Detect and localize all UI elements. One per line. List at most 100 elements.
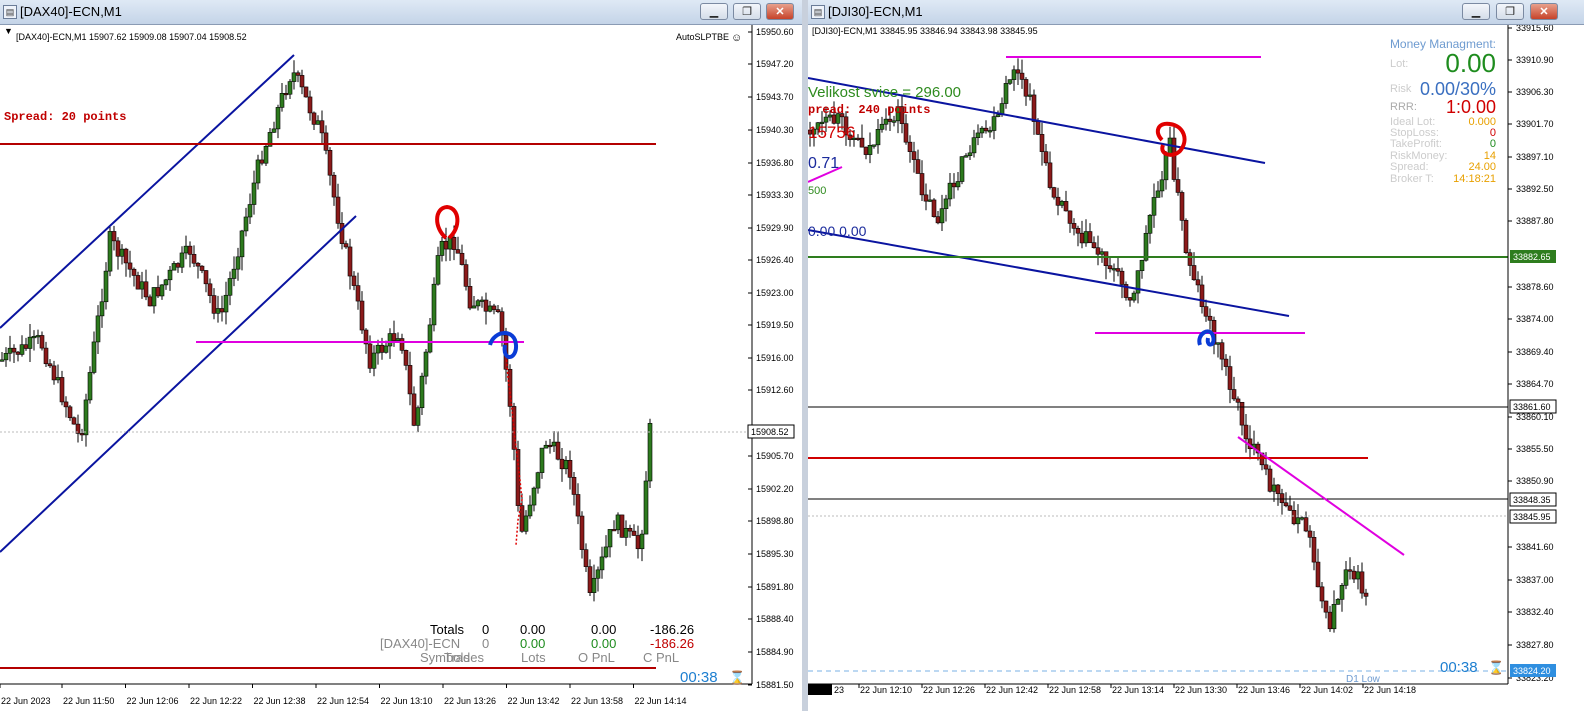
- close-button[interactable]: ✕: [1530, 3, 1558, 20]
- price-tick-label: 33837.00: [1516, 575, 1554, 585]
- ratio-value-label: 0.71: [808, 155, 839, 172]
- mm-lot-value: 0.00: [1445, 48, 1496, 78]
- ea-label: AutoSLPTBE: [676, 32, 729, 42]
- mm-rrr-label: RRR:: [1390, 101, 1417, 113]
- green-level-label: 33882.65: [1513, 252, 1551, 262]
- time-tick-label: 22 Jun 13:46: [1238, 685, 1290, 695]
- price-tick-label: 33906.30: [1516, 87, 1554, 97]
- lots-header: Lots: [521, 650, 546, 665]
- minimize-button[interactable]: ▁: [1462, 3, 1490, 20]
- channel-lower-line[interactable]: [808, 229, 1290, 317]
- price-tick-label: 15926.40: [756, 255, 794, 265]
- time-tick-label: 22 Jun 12:42: [986, 685, 1038, 695]
- price-tick-label: 15888.40: [756, 614, 794, 624]
- dji-info-line: [DJI30]-ECN,M1 33845.95 33846.94 33843.9…: [812, 26, 1038, 36]
- price-tick-label: 33878.60: [1516, 282, 1554, 292]
- totals-trades: 0: [482, 622, 489, 637]
- time-tick-label: 22 Jun 13:30: [1175, 685, 1227, 695]
- symbol-trades: 0: [482, 636, 489, 651]
- time-tick-label: 22 Jun 14:18: [1364, 685, 1416, 695]
- current-price-label: 33845.95: [1513, 512, 1551, 522]
- price-tick-label: 33901.70: [1516, 119, 1554, 129]
- price-tick-label: 15881.50: [756, 680, 794, 690]
- candle-size-label: Velikost svice = 296.00: [808, 84, 961, 101]
- price-tick-label: 15916.00: [756, 353, 794, 363]
- time-tick-label: 22 Jun 13:14: [1112, 685, 1164, 695]
- price-tick-label: 33864.70: [1516, 379, 1554, 389]
- price-tick-label: 33892.50: [1516, 184, 1554, 194]
- totals-opnl: 0.00: [591, 622, 616, 637]
- minimize-button[interactable]: ▁: [700, 3, 728, 20]
- price-tick-label: 33850.90: [1516, 476, 1554, 486]
- close-button[interactable]: ✕: [766, 3, 794, 20]
- price-tick-label: 33874.00: [1516, 314, 1554, 324]
- restore-button[interactable]: ❐: [733, 3, 761, 20]
- restore-button[interactable]: ❐: [1496, 3, 1524, 20]
- dax-chart-area[interactable]: ▼ [DAX40]-ECN,M1 15907.62 15909.08 15907…: [0, 25, 802, 711]
- time-tick-label: 22 Jun 2023: [1, 696, 51, 706]
- dax-time-axis[interactable]: 22 Jun 2023 22 Jun 11:50 22 Jun 12:06 22 Ju…: [0, 684, 687, 706]
- price-tick-label: 33827.80: [1516, 640, 1554, 650]
- totals-cpnl: -186.26: [650, 622, 694, 637]
- red-circle-annotation: [435, 204, 460, 240]
- symbol-opnl: 0.00: [591, 636, 616, 651]
- opnl-header: O PnL: [578, 650, 615, 665]
- mm-broker-label: Broker T:: [1390, 173, 1434, 185]
- price-tick-label: 15912.60: [756, 385, 794, 395]
- magenta-trend-line[interactable]: [1237, 436, 1405, 556]
- price-tick-label: 15947.20: [756, 59, 794, 69]
- price-tick-label: 33910.90: [1516, 55, 1554, 65]
- chart-menu-icon[interactable]: ▼: [4, 26, 13, 36]
- price-tick-label: 33869.40: [1516, 347, 1554, 357]
- price-tick-label: 15923.00: [756, 288, 794, 298]
- time-tick-label: 22 Jun 13:58: [571, 696, 623, 706]
- price-tick-label: 15929.90: [756, 223, 794, 233]
- price-tick-label: 15898.80: [756, 516, 794, 526]
- dax-info-line: [DAX40]-ECN,M1 15907.62 15909.08 15907.0…: [16, 32, 247, 42]
- time-tick-label: 22 Jun 13:26: [444, 696, 496, 706]
- totals-lots: 0.00: [520, 622, 545, 637]
- dax-candles: [0, 60, 653, 602]
- hourglass-icon: ⌛: [1488, 660, 1504, 675]
- trades-header: Trades: [444, 650, 484, 665]
- money-management-panel: Money Managment: Lot: 0.00 Risk 0.00/30%…: [1390, 37, 1496, 185]
- price-tick-label: 15884.90: [756, 647, 794, 657]
- value-500-label: 500: [808, 185, 826, 197]
- spread-label: Spread: 20 points: [4, 110, 126, 124]
- mm-spread-label: Spread:: [1390, 161, 1429, 173]
- dji-chart-window[interactable]: ▤ [DJI30]-ECN,M1 ▁ ❐ ✕ [DJI30]-ECN,M1 33…: [808, 0, 1584, 711]
- candle-timer: 00:38: [680, 669, 718, 686]
- price-tick-label: 33915.60: [1516, 25, 1554, 33]
- time-tick-label: 22 Jun 13:42: [508, 696, 560, 706]
- price-tick-label: 15905.70: [756, 451, 794, 461]
- price-tick-label: 33887.80: [1516, 216, 1554, 226]
- hourglass-icon: ⌛: [729, 670, 745, 685]
- price-tick-label: 15891.80: [756, 582, 794, 592]
- dji-candles: [808, 58, 1369, 633]
- black-level-label-2: 33848.35: [1513, 495, 1551, 505]
- symbol-lots: 0.00: [520, 636, 545, 651]
- price-tick-label: 15936.80: [756, 158, 794, 168]
- mm-rrr-value: 1:0.00: [1446, 97, 1496, 117]
- time-tick-label: 22 Jun 12:22: [190, 696, 242, 706]
- mm-takeprofit-label: TakeProfit:: [1390, 138, 1442, 150]
- time-tick-label: 22 Jun 11:50: [63, 696, 114, 706]
- price-tick-label: 15943.70: [756, 92, 794, 102]
- price-tick-label: 15950.60: [756, 27, 794, 37]
- dax-titlebar[interactable]: ▤ [DAX40]-ECN,M1 ▁ ❐ ✕: [0, 0, 802, 25]
- dji-chart-area[interactable]: [DJI30]-ECN,M1 33845.95 33846.94 33843.9…: [808, 25, 1584, 711]
- time-tick-label: 22 Jun 12:54: [317, 696, 369, 706]
- time-tick-label: 23: [834, 685, 844, 695]
- dji-time-axis[interactable]: 11:5422 Jun 12:1022 Jun 12:2622 Jun 12:4…: [811, 684, 1416, 695]
- cpnl-header: C PnL: [643, 650, 679, 665]
- mm-takeprofit-value: 0: [1490, 138, 1496, 150]
- dax-chart-window[interactable]: ▤ [DAX40]-ECN,M1 ▁ ❐ ✕ ▼ [DAX40]-ECN,M1 …: [0, 0, 802, 711]
- zero-values-label: 0.00 0.00: [808, 223, 867, 239]
- dji-titlebar[interactable]: ▤ [DJI30]-ECN,M1 ▁ ❐ ✕: [808, 0, 1584, 25]
- price-tick-label: 33897.10: [1516, 152, 1554, 162]
- mm-broker-value: 14:18:21: [1453, 173, 1496, 185]
- blue-circle-annotation: [1197, 329, 1216, 347]
- price-tick-label: 33855.50: [1516, 444, 1554, 454]
- price-tick-label: 15902.20: [756, 484, 794, 494]
- symbol-row-label: [DAX40]-ECN: [380, 636, 460, 651]
